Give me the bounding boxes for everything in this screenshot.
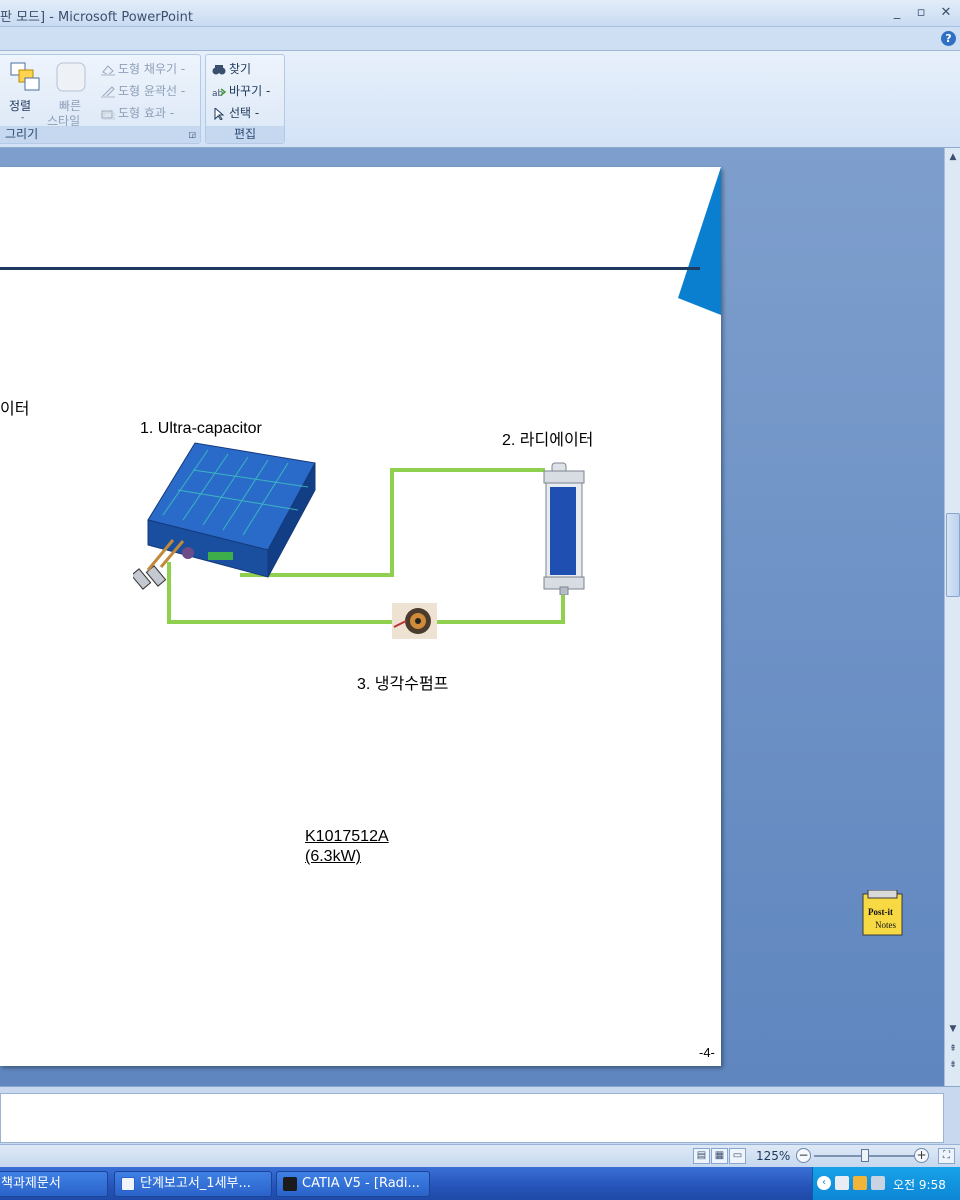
replace-button[interactable]: ab 바꾸기 -: [212, 82, 270, 99]
network-icon[interactable]: [871, 1176, 885, 1190]
help-icon[interactable]: ?: [941, 31, 956, 46]
taskbar-item-report[interactable]: 단계보고서_1세부...: [114, 1171, 272, 1197]
shape-fill-label: 도형 채우기: [118, 62, 178, 76]
post-it-notes-icon[interactable]: Post-it Notes: [862, 889, 903, 936]
binoculars-icon: [212, 64, 226, 74]
shape-effects-label: 도형 효과: [118, 106, 166, 120]
replace-dropdown: -: [265, 84, 271, 98]
select-button[interactable]: 선택 -: [212, 104, 259, 121]
close-button[interactable]: ✕: [937, 4, 955, 22]
ime-icon[interactable]: [835, 1176, 849, 1190]
shape-outline-dropdown: -: [180, 84, 186, 98]
vertical-scrollbar[interactable]: ▲ ▼ ⇞ ⇟: [944, 148, 960, 1086]
replace-icon: ab: [212, 87, 226, 98]
document-app-icon: [121, 1176, 135, 1191]
pipe-pump-to-radiator: [436, 591, 565, 624]
taskbar-item-report-label: 단계보고서_1세부...: [140, 1176, 251, 1191]
cooling-loop-diagram: [167, 468, 565, 624]
ultracapacitor-image: [133, 442, 316, 590]
taskbar-item-catia-label: CATIA V5 - [Radi...: [302, 1176, 420, 1191]
drawing-group: 정렬 - 빠른 스타일 도형 채우기 - 도형 윤곽선 - 도형 효과 - 그리…: [0, 54, 201, 144]
editing-group: 찾기 ab 바꾸기 - 선택 - 편집: [205, 54, 285, 144]
post-it-label-1: Post-it: [868, 907, 893, 917]
previous-slide-icon[interactable]: ⇞: [945, 1042, 960, 1056]
ribbon-tab-row: ?: [0, 27, 960, 51]
restore-button[interactable]: ▫: [912, 4, 930, 22]
select-label: 선택: [229, 106, 252, 120]
title-bar: 판 모드] - Microsoft PowerPoint _ ▫ ✕: [0, 0, 960, 27]
quick-styles-button[interactable]: 빠른 스타일: [47, 59, 93, 129]
model-number: K1017512A: [305, 828, 389, 845]
zoom-in-button[interactable]: +: [914, 1148, 929, 1163]
arrange-button[interactable]: 정렬 -: [7, 59, 43, 127]
arrange-icon: [10, 62, 40, 91]
messenger-icon[interactable]: [853, 1176, 867, 1190]
find-label: 찾기: [229, 62, 252, 76]
normal-view-button[interactable]: ▤: [693, 1148, 710, 1164]
system-tray: ‹ 오전 9:58: [812, 1167, 960, 1200]
model-number-text: K1017512A (6.3kW): [305, 827, 389, 867]
clock: 오전 9:58: [893, 1178, 946, 1192]
taskbar-item-document-label: 책과제문서: [1, 1176, 61, 1191]
catia-app-icon: [283, 1176, 297, 1191]
find-button[interactable]: 찾기: [212, 60, 251, 77]
window-title: 판 모드] - Microsoft PowerPoint: [0, 10, 193, 25]
tray-expand-icon[interactable]: ‹: [817, 1176, 831, 1190]
replace-label: 바꾸기: [229, 84, 263, 98]
next-slide-icon[interactable]: ⇟: [945, 1058, 960, 1072]
notes-pane: [0, 1086, 960, 1144]
select-dropdown: -: [254, 106, 260, 120]
slide-canvas[interactable]: 이터 1. Ultra-capacitor 2. 라디에이터 3. 냉각수펌프: [0, 167, 721, 1066]
arrange-label: 정렬: [9, 99, 32, 113]
shape-fill-button[interactable]: 도형 채우기 -: [101, 60, 185, 77]
scrollbar-thumb[interactable]: [946, 513, 960, 597]
taskbar: 책과제문서 단계보고서_1세부... CATIA V5 - [Radi... ‹…: [0, 1167, 960, 1200]
drawing-group-title: 그리기: [5, 127, 39, 141]
slide-sorter-view-button[interactable]: ▦: [711, 1148, 728, 1164]
notes-input[interactable]: [0, 1093, 944, 1143]
drawing-group-label: 그리기 ◲: [0, 126, 200, 143]
minimize-button[interactable]: _: [888, 4, 906, 22]
editing-group-label: 편집: [206, 126, 284, 143]
shape-effects-icon: [101, 110, 115, 120]
shape-effects-dropdown: -: [169, 106, 175, 120]
pencil-icon: [101, 85, 115, 98]
fit-to-window-button[interactable]: ⛶: [938, 1148, 955, 1164]
scroll-up-arrow-icon[interactable]: ▲: [945, 150, 960, 164]
scroll-down-arrow-icon[interactable]: ▼: [945, 1022, 960, 1036]
quick-styles-icon: [56, 62, 86, 92]
dialog-launcher-icon[interactable]: ◲: [188, 126, 196, 143]
ribbon: 정렬 - 빠른 스타일 도형 채우기 - 도형 윤곽선 - 도형 효과 - 그리…: [0, 51, 960, 148]
slideshow-view-button[interactable]: ▭: [729, 1148, 746, 1164]
cooling-pump-image: [392, 603, 437, 639]
zoom-slider-thumb[interactable]: [861, 1149, 869, 1162]
status-bar: ▤ ▦ ▭ 125% − + ⛶: [0, 1144, 960, 1167]
zoom-level[interactable]: 125%: [756, 1149, 790, 1163]
radiator-image: [543, 462, 585, 595]
paint-bucket-icon: [101, 64, 115, 76]
page-number: -4-: [699, 1045, 715, 1060]
taskbar-item-catia[interactable]: CATIA V5 - [Radi...: [276, 1171, 430, 1197]
shape-outline-button[interactable]: 도형 윤곽선 -: [101, 82, 185, 99]
zoom-out-button[interactable]: −: [796, 1148, 811, 1163]
taskbar-item-document[interactable]: 책과제문서: [0, 1171, 108, 1197]
model-power: (6.3kW): [305, 848, 361, 865]
post-it-label-2: Notes: [875, 920, 896, 930]
shape-outline-label: 도형 윤곽선: [118, 84, 178, 98]
cursor-arrow-icon: [214, 107, 225, 120]
arrange-dropdown: -: [21, 113, 25, 123]
shape-fill-dropdown: -: [180, 62, 186, 76]
shape-effects-button[interactable]: 도형 효과 -: [101, 104, 174, 121]
